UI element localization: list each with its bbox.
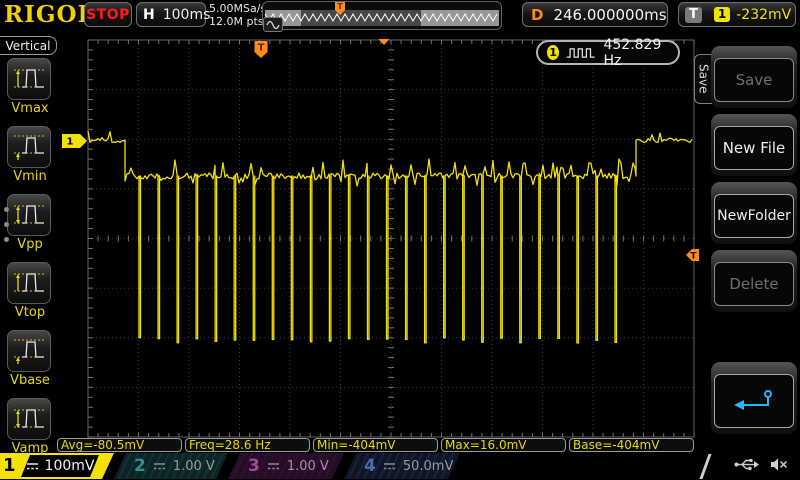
measure-avg: Avg=-80.5mV [57, 438, 182, 452]
page-indicator-dot [4, 207, 9, 212]
trigger-readout-box: T 1 -232mV [678, 2, 796, 27]
timebase-value: 100ms [163, 7, 211, 23]
dc-coupling-icon [26, 461, 39, 471]
delete-button[interactable]: Delete [714, 262, 794, 306]
new-file-button[interactable]: New File [714, 126, 794, 170]
measure-max: Max=16.0mV [441, 438, 566, 452]
softkey-slot: Delete [711, 250, 797, 312]
delay-readout-box: D 246.000000ms [522, 2, 668, 27]
svg-text:T: T [337, 2, 343, 11]
channel-status-bar: 1 100mV 2 1.00 V 3 1.00 V [0, 453, 800, 480]
channel-number: 3 [248, 456, 260, 476]
speaker-muted-icon [770, 457, 788, 472]
channel-1-status[interactable]: 1 100mV [0, 453, 114, 479]
counter-frequency-value: 452.829 Hz [603, 37, 669, 69]
measure-base: Base=-404mV [569, 438, 694, 452]
vertical-measure-sidebar: Vertical Vmax Vmin [0, 30, 60, 480]
sidebar-item-vtop[interactable]: Vtop [7, 262, 53, 320]
vtop-icon [12, 269, 46, 297]
channel-number: 1 [3, 455, 16, 476]
sidebar-item-vmin[interactable]: Vmin [7, 126, 53, 184]
sidebar-item-label: Vmin [7, 169, 53, 184]
horizontal-timebase-box[interactable]: H 100ms [136, 2, 206, 27]
channel-scale: 100mV [45, 458, 95, 474]
sidebar-item-vbase[interactable]: Vbase [7, 330, 53, 388]
new-folder-button[interactable]: NewFolder [714, 194, 794, 238]
measure-freq: Freq=28.6 Hz [185, 438, 310, 452]
channel-number: 2 [134, 456, 146, 476]
sidebar-item-label: Vmax [7, 101, 53, 116]
dc-coupling-icon [383, 461, 396, 471]
usb-icon [733, 457, 760, 472]
h-label: H [143, 7, 155, 23]
vbase-icon [12, 337, 46, 365]
measure-min: Min=-404mV [313, 438, 438, 452]
channel-3-status[interactable]: 3 1.00 V [228, 453, 344, 479]
menu-tab-save: Save [694, 54, 712, 104]
svg-text:1: 1 [67, 137, 74, 148]
frequency-counter-badge: 1 452.829 Hz [536, 40, 680, 65]
stop-label: STOP [86, 7, 130, 23]
save-menu-panel: Save Save New File NewFolder Delete [700, 30, 800, 480]
top-status-bar: RIGOL STOP H 100ms 5.00MSa/s 12.0M pts T… [0, 0, 800, 32]
page-indicator-dot [4, 222, 9, 227]
channel-4-status[interactable]: 4 50.0mV [344, 453, 460, 479]
run-stop-status[interactable]: STOP [84, 2, 132, 27]
rigol-logo: RIGOL [4, 1, 95, 28]
memory-depth: 12.0M pts [209, 15, 266, 28]
save-button[interactable]: Save [714, 58, 794, 102]
page-indicator-dot [4, 237, 9, 242]
dc-coupling-icon [153, 461, 166, 471]
square-wave-icon [566, 45, 596, 61]
channel-2-status[interactable]: 2 1.00 V [114, 453, 228, 479]
trigger-source-badge: 1 [714, 7, 730, 22]
oscilloscope-screen: 1TT RIGOL STOP H 100ms 5.00MSa/s 12.0M p… [0, 0, 800, 480]
sidebar-item-vmax[interactable]: Vmax [7, 58, 53, 116]
sidebar-item-label: Vpp [7, 237, 53, 252]
svg-text:T: T [258, 43, 265, 54]
dc-coupling-icon [267, 461, 280, 471]
channel-scale: 1.00 V [287, 459, 329, 474]
sidebar-item-vamp[interactable]: Vamp [7, 398, 53, 456]
acquisition-info: 5.00MSa/s 12.0M pts [209, 2, 266, 28]
wave-icon [263, 17, 283, 32]
sidebar-title: Vertical [0, 36, 57, 55]
vpp-icon [12, 201, 46, 229]
softkey-slot: New File [711, 114, 797, 176]
vmin-icon [12, 133, 46, 161]
vmax-icon [12, 65, 46, 93]
trigger-level-value: -232mV [736, 7, 791, 23]
back-button[interactable] [714, 374, 794, 428]
vamp-icon [12, 405, 46, 433]
delay-value: 246.000000ms [553, 6, 666, 24]
graticule-and-waveform: 1TT [0, 0, 800, 480]
svg-text:T: T [690, 252, 697, 262]
sidebar-item-vpp[interactable]: Vpp [7, 194, 53, 252]
t-label: T [685, 7, 702, 23]
sidebar-item-label: Vtop [7, 305, 53, 320]
status-divider [699, 454, 711, 479]
softkey-slot: Save [711, 46, 797, 108]
channel-number: 4 [364, 456, 376, 476]
sidebar-item-label: Vbase [7, 373, 53, 388]
counter-channel-badge: 1 [547, 45, 559, 60]
softkey-slot [711, 362, 797, 434]
channel-scale: 1.00 V [173, 459, 215, 474]
softkey-slot: NewFolder [711, 182, 797, 244]
d-label: D [531, 6, 543, 24]
channel-scale: 50.0mV [403, 459, 454, 474]
memory-waveform-preview: T [263, 2, 501, 29]
return-arrow-icon [731, 388, 777, 414]
memory-position-strip[interactable]: T [262, 1, 502, 30]
sample-rate: 5.00MSa/s [209, 2, 266, 15]
